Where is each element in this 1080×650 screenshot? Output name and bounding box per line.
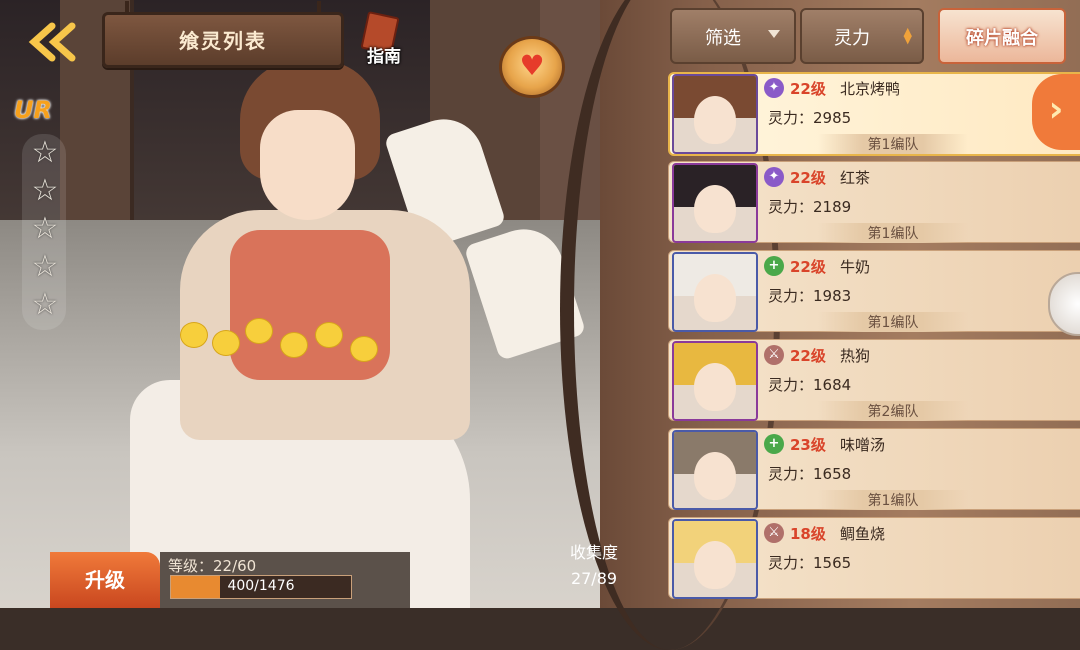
upgrade-button[interactable]: 升级	[50, 552, 160, 608]
card-power: 灵力：1565	[768, 554, 852, 572]
green-plus-icon: +	[764, 256, 784, 276]
purple-sparkle-icon: ✦	[764, 167, 784, 187]
chevron-right-icon[interactable]: ›	[1032, 74, 1080, 150]
fragment-fusion-button[interactable]: 碎片融合	[938, 8, 1066, 64]
card-name: 热狗	[840, 347, 871, 365]
back-button[interactable]	[24, 20, 86, 64]
level-panel: 升级 等级：22/60 400/1476	[50, 552, 410, 608]
portrait-face	[694, 96, 736, 144]
card-power: 灵力：1684	[768, 376, 852, 394]
card-power: 灵力：1983	[768, 287, 852, 305]
star-icon: ☆	[31, 173, 59, 208]
exp-bar: 400/1476	[170, 575, 352, 599]
card-level: 22级	[790, 258, 826, 276]
sort-label: 灵力	[834, 28, 870, 49]
card-level: 23级	[790, 436, 826, 454]
guide-button[interactable]: 指南	[356, 11, 408, 67]
portrait-face	[694, 363, 736, 411]
star-icon: ☆	[31, 287, 59, 322]
exp-text: 400/1476	[227, 578, 295, 594]
roster-card[interactable]: +23级 味噌汤灵力：1658 第1编队	[668, 426, 1080, 510]
roster-card[interactable]: ✦ 22级 红茶灵力：2189 第1编队	[668, 159, 1080, 243]
collection-value: 27/89	[570, 569, 618, 588]
portrait-face	[694, 185, 736, 233]
title-board: 飨灵列表	[102, 1, 344, 68]
roster-card[interactable]: ⚔ 22级 热狗灵力：1684 第2编队	[668, 337, 1080, 421]
affection-button[interactable]: ♥	[499, 36, 565, 98]
character-illustration[interactable]	[130, 60, 587, 608]
portrait-face	[694, 541, 736, 589]
filter-button[interactable]: 筛选	[670, 8, 796, 64]
rarity-badge: UR	[14, 96, 52, 124]
double-chevron-left-icon	[28, 22, 76, 62]
card-name: 红茶	[840, 169, 871, 187]
card-name: 鲷鱼烧	[840, 525, 886, 543]
character-portrait	[672, 430, 758, 510]
character-portrait	[672, 74, 758, 154]
sort-order-icon: ▲ ▼	[903, 25, 912, 46]
card-level: 22级	[790, 347, 826, 365]
page-title: 飨灵列表	[179, 29, 267, 53]
team-tag: 第1编队	[818, 312, 968, 332]
caret-down-icon	[768, 30, 780, 38]
roster-card[interactable]: ✦ 22级 北京烤鸭灵力：2985 第1编队 ›	[668, 70, 1080, 156]
card-name: 北京烤鸭	[840, 80, 901, 98]
portrait-face	[694, 452, 736, 500]
card-name: 牛奶	[840, 258, 871, 276]
team-tag: 第1编队	[818, 490, 968, 510]
collection-counter: 收集度 27/89	[548, 540, 640, 592]
character-portrait	[672, 252, 758, 332]
card-power: 灵力：2189	[768, 198, 852, 216]
level-text: 等级：22/60	[168, 557, 257, 575]
purple-sparkle-icon: ✦	[764, 78, 784, 98]
card-level: 18级	[790, 525, 826, 543]
sword-icon: ⚔	[764, 523, 784, 543]
card-level: 22级	[790, 80, 826, 98]
team-tag: 第1编队	[818, 134, 968, 154]
fusion-label: 碎片融合	[966, 28, 1038, 49]
collection-label: 收集度	[569, 543, 618, 562]
character-portrait	[672, 163, 758, 243]
duck-toy	[180, 322, 208, 348]
character-portrait	[672, 519, 758, 599]
portrait-face	[694, 274, 736, 322]
roster-list[interactable]: ✦ 22级 北京烤鸭 灵力：2985 第1编队 › ✦ 22级 红茶 灵力：2189 第1编队 +22…	[668, 70, 1080, 608]
heart-icon: ♥	[519, 49, 545, 82]
roster-card[interactable]: +22级 牛奶灵力：1983 第1编队	[668, 248, 1080, 332]
star-rating: ☆ ☆ ☆ ☆ ☆	[22, 134, 66, 330]
duck-toy	[280, 332, 308, 358]
duck-toy	[245, 318, 273, 344]
roster-card[interactable]: ⚔ 18级 鲷鱼烧灵力：1565	[668, 515, 1080, 599]
card-level: 22级	[790, 169, 826, 187]
green-plus-icon: +	[764, 434, 784, 454]
team-tag: 第2编队	[818, 401, 968, 421]
character-portrait	[672, 341, 758, 421]
team-tag: 第1编队	[818, 223, 968, 243]
duck-toy	[350, 336, 378, 362]
level-info: 等级：22/60 400/1476	[160, 552, 410, 608]
card-power: 灵力：1658	[768, 465, 852, 483]
guide-label: 指南	[367, 47, 401, 67]
card-name: 味噌汤	[840, 436, 886, 454]
duck-toy	[315, 322, 343, 348]
duck-toy	[212, 330, 240, 356]
sword-icon: ⚔	[764, 345, 784, 365]
filter-label: 筛选	[705, 28, 741, 49]
character-face	[260, 110, 355, 220]
star-icon: ☆	[31, 211, 59, 246]
star-icon: ☆	[31, 249, 59, 284]
sort-button[interactable]: 灵力 ▲ ▼	[800, 8, 924, 64]
star-icon: ☆	[31, 135, 59, 170]
card-power: 灵力：2985	[768, 109, 852, 127]
